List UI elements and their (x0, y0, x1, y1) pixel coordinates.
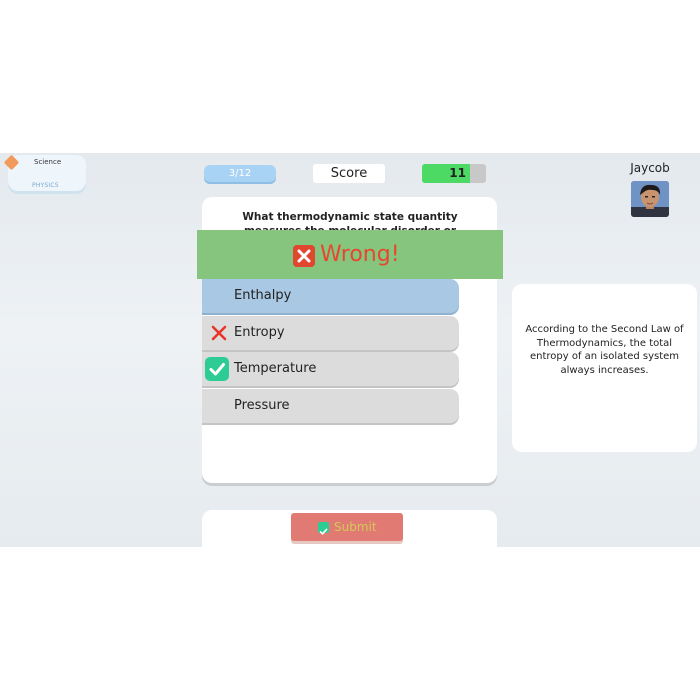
explanation-text: According to the Second Law of Thermodyn… (525, 324, 684, 376)
feedback-banner: Wrong! (197, 230, 503, 279)
question-progress: 3/12 (204, 165, 276, 182)
check-icon (318, 522, 329, 535)
game-screen: Science PHYSICS 3/12 Score 11 Jaycob Wha… (0, 153, 700, 547)
answer-label: Temperature (234, 361, 317, 376)
answer-label: Pressure (234, 398, 290, 413)
explanation-card: According to the Second Law of Thermodyn… (512, 284, 697, 452)
score-label: Score (313, 164, 385, 183)
submit-panel: Submit (202, 510, 497, 547)
player-avatar (631, 181, 669, 217)
answer-option-enthalpy[interactable]: Enthalpy (202, 279, 459, 313)
topic-title: Science (34, 158, 62, 166)
topic-card[interactable]: Science PHYSICS (3, 154, 86, 191)
check-icon (205, 357, 229, 381)
feedback-text: Wrong! (320, 242, 400, 267)
answer-label: Entropy (234, 325, 285, 340)
submit-button[interactable]: Submit (291, 513, 403, 541)
x-icon (210, 324, 228, 342)
answer-option-temperature[interactable]: Temperature (202, 352, 459, 386)
x-icon (293, 245, 315, 267)
score-bar: 11 (422, 164, 486, 183)
player-name: Jaycob (630, 161, 670, 175)
submit-label: Submit (334, 520, 377, 534)
topic-diamond-icon (3, 154, 20, 171)
score-value: 11 (449, 166, 466, 180)
answer-option-pressure[interactable]: Pressure (202, 389, 459, 423)
answer-label: Enthalpy (234, 288, 292, 303)
topic-subject: PHYSICS (32, 182, 59, 189)
answer-option-entropy[interactable]: Entropy (202, 316, 459, 350)
